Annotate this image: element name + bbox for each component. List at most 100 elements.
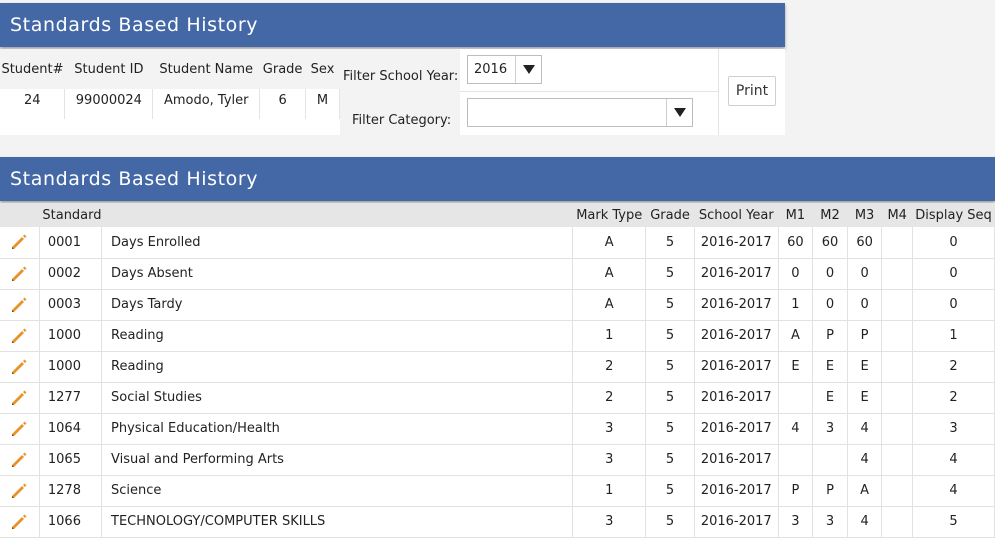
pencil-icon[interactable] (0, 413, 40, 445)
school-year: 2016-2017 (694, 258, 779, 290)
standard-name: TECHNOLOGY/COMPUTER SKILLS (101, 506, 574, 538)
mark-type: 1 (572, 475, 647, 507)
mark-m3: 60 (847, 227, 883, 259)
col-grade[interactable]: Grade (645, 203, 695, 227)
student-panel-header: Standards Based History (0, 3, 785, 47)
display-seq: 2 (912, 382, 995, 414)
grade: 5 (645, 413, 695, 445)
display-seq: 0 (912, 289, 995, 321)
col-student-id: Student ID (64, 49, 153, 89)
mark-m4 (881, 506, 914, 538)
mark-m2: 0 (812, 258, 848, 290)
pencil-icon[interactable] (0, 320, 40, 352)
standard-code: 1065 (39, 444, 103, 476)
print-separator (718, 49, 719, 135)
grade: 5 (645, 444, 695, 476)
mark-m4 (881, 382, 914, 414)
mark-m3: 0 (847, 289, 883, 321)
mark-m1 (778, 382, 814, 414)
mark-m4 (881, 320, 914, 352)
table-row: 1000 Reading 1 5 2016-2017 A P P 1 (0, 320, 995, 352)
mark-m2: 60 (812, 227, 848, 259)
pencil-icon[interactable] (0, 506, 40, 538)
mark-type: 1 (572, 320, 647, 352)
mark-type: 3 (572, 413, 647, 445)
student-id: 99000024 (64, 89, 154, 119)
student-info-table: Student# Student ID Student Name Grade S… (0, 49, 340, 119)
grade: 5 (645, 320, 695, 352)
grid-header-row: Standard Mark Type Grade School Year M1 … (0, 203, 995, 227)
standard-name: Reading (101, 320, 574, 352)
filter-category-label: Filter Category: (352, 113, 452, 128)
mark-type: A (572, 258, 647, 290)
pencil-icon[interactable] (0, 382, 40, 414)
school-year-select[interactable]: 2016 (467, 55, 542, 84)
school-year: 2016-2017 (694, 475, 779, 507)
mark-m3: 4 (847, 506, 883, 538)
mark-m1: 3 (778, 506, 814, 538)
print-button[interactable]: Print (728, 76, 776, 106)
mark-m4 (881, 227, 914, 259)
standard-code: 1277 (39, 382, 103, 414)
mark-m2: 3 (812, 413, 848, 445)
mark-m3: 0 (847, 258, 883, 290)
mark-m3: E (847, 382, 883, 414)
mark-type: 2 (572, 382, 647, 414)
col-m3[interactable]: M3 (847, 203, 882, 227)
mark-m1: P (778, 475, 814, 507)
col-sex: Sex (305, 49, 340, 89)
mark-type: 2 (572, 351, 647, 383)
school-year: 2016-2017 (694, 351, 779, 383)
standard-code: 1064 (39, 413, 103, 445)
standard-code: 1278 (39, 475, 103, 507)
triangle-down-icon (666, 99, 692, 126)
standard-name: Reading (101, 351, 574, 383)
pencil-icon[interactable] (0, 444, 40, 476)
table-row: 1277 Social Studies 2 5 2016-2017 E E 2 (0, 382, 995, 414)
grade: 5 (645, 382, 695, 414)
table-row: 0001 Days Enrolled A 5 2016-2017 60 60 6… (0, 227, 995, 259)
student-panel-body: Student# Student ID Student Name Grade S… (0, 49, 785, 135)
col-display-seq[interactable]: Display Seq (912, 203, 995, 227)
mark-m2: 3 (812, 506, 848, 538)
mark-m4 (881, 413, 914, 445)
display-seq: 2 (912, 351, 995, 383)
col-m2[interactable]: M2 (812, 203, 848, 227)
category-select[interactable] (467, 98, 693, 127)
mark-m4 (881, 351, 914, 383)
school-year: 2016-2017 (694, 227, 779, 259)
pencil-icon[interactable] (0, 351, 40, 383)
table-row: 1066 TECHNOLOGY/COMPUTER SKILLS 3 5 2016… (0, 506, 995, 538)
pencil-icon[interactable] (0, 227, 40, 259)
pencil-icon[interactable] (0, 475, 40, 507)
display-seq: 4 (912, 475, 995, 507)
col-school-year[interactable]: School Year (694, 203, 779, 227)
mark-m3: 4 (847, 444, 883, 476)
table-row: 0003 Days Tardy A 5 2016-2017 1 0 0 0 (0, 289, 995, 321)
school-year: 2016-2017 (694, 320, 779, 352)
col-standard[interactable]: Standard (39, 203, 102, 227)
mark-m1 (778, 444, 814, 476)
mark-m2: P (812, 475, 848, 507)
col-m4[interactable]: M4 (881, 203, 913, 227)
mark-m2: 0 (812, 289, 848, 321)
history-panel-title: Standards Based History (10, 168, 259, 190)
filter-separator (460, 91, 718, 92)
mark-m3: 4 (847, 413, 883, 445)
mark-m2: E (812, 351, 848, 383)
mark-m4 (881, 475, 914, 507)
mark-m3: P (847, 320, 883, 352)
col-student-name: Student Name (152, 49, 260, 89)
col-mark-type[interactable]: Mark Type (572, 203, 646, 227)
display-seq: 0 (912, 258, 995, 290)
student-row: 24 99000024 Amodo, Tyler 6 M (0, 89, 340, 119)
pencil-icon[interactable] (0, 289, 40, 321)
mark-m3: E (847, 351, 883, 383)
history-panel-header: Standards Based History (0, 157, 995, 201)
col-m1[interactable]: M1 (778, 203, 813, 227)
triangle-down-icon (515, 56, 541, 83)
school-year: 2016-2017 (694, 506, 779, 538)
standard-code: 1066 (39, 506, 103, 538)
standard-name: Days Tardy (101, 289, 574, 321)
pencil-icon[interactable] (0, 258, 40, 290)
